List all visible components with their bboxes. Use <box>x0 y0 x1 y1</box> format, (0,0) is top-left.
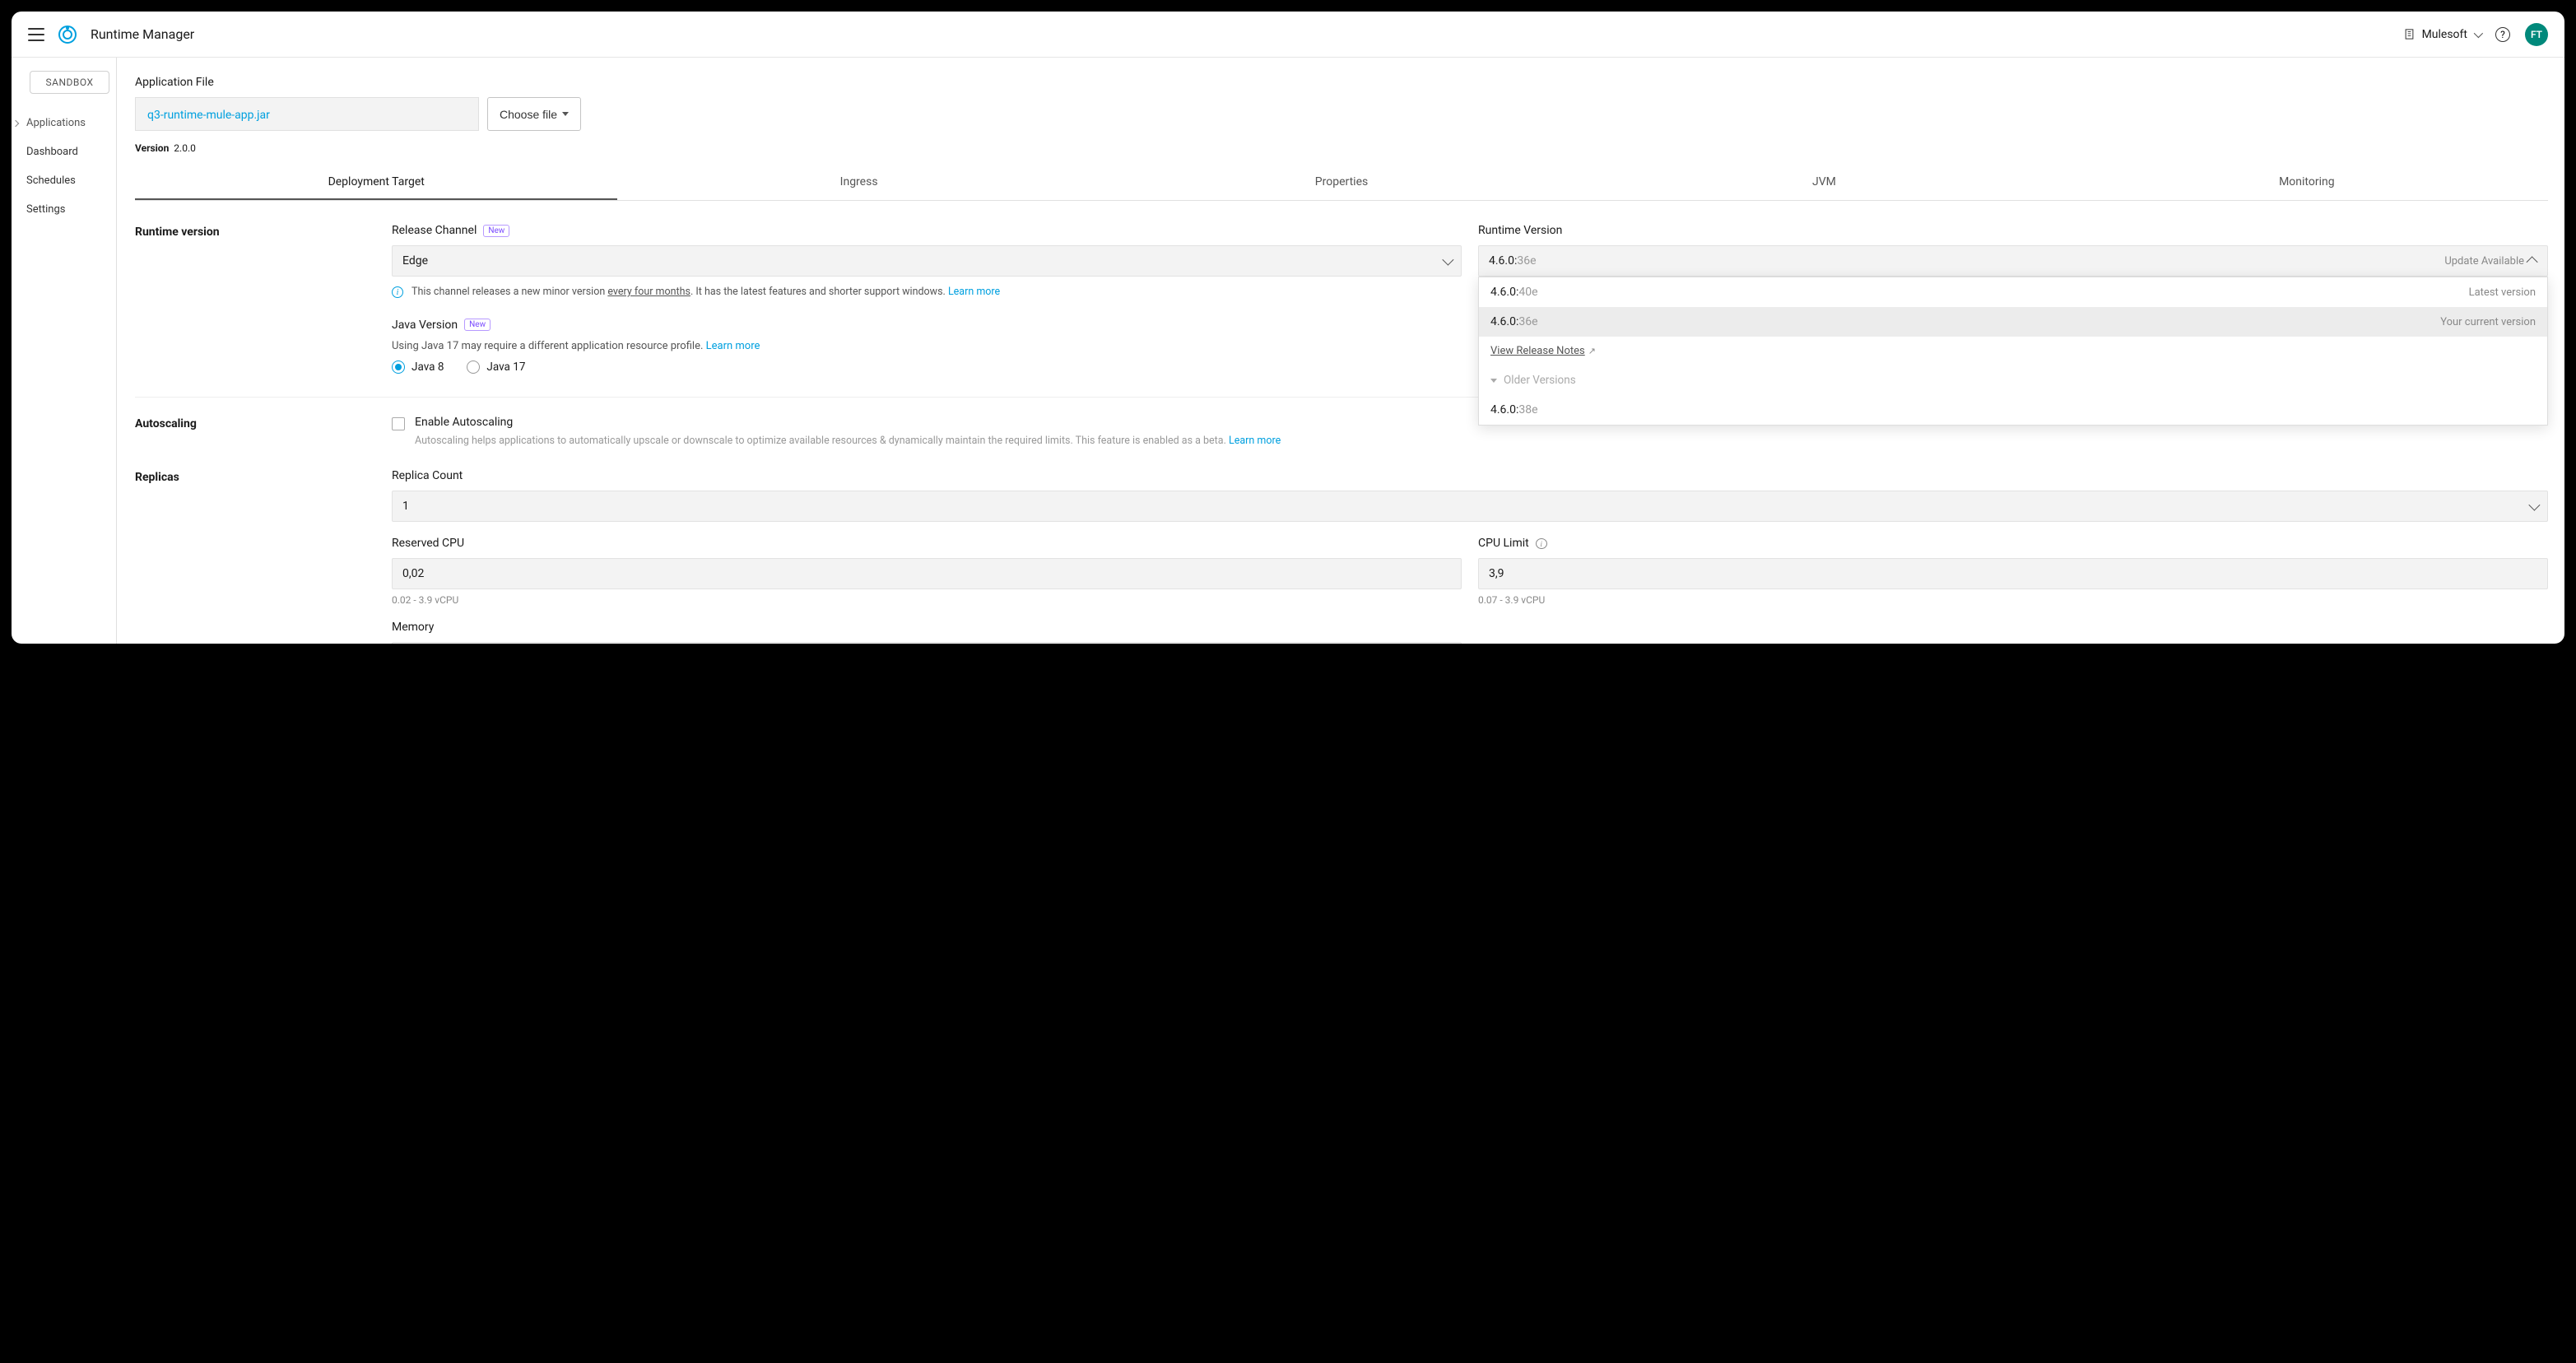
runtime-version-select[interactable]: 4.6.0:36e Update Available <box>1478 245 2548 277</box>
release-channel-value: Edge <box>402 254 428 267</box>
chevron-up-icon <box>2527 256 2538 267</box>
java-17-radio[interactable]: Java 17 <box>467 361 525 374</box>
info-icon[interactable]: i <box>1536 538 1547 549</box>
sidebar-item-dashboard[interactable]: Dashboard <box>12 137 116 166</box>
reserved-cpu-label: Reserved CPU <box>392 537 1462 550</box>
runtime-version-dropdown: 4.6.0:40e Latest version 4.6.0:36e Your … <box>1478 277 2548 426</box>
external-link-icon: ↗ <box>1588 346 1596 356</box>
learn-more-link[interactable]: Learn more <box>948 286 1000 298</box>
runtime-manager-logo-icon <box>58 25 77 44</box>
update-available-label: Update Available <box>2444 255 2524 267</box>
runtime-version-row-label: Runtime version <box>135 224 392 374</box>
sidebar-item-schedules[interactable]: Schedules <box>12 166 116 195</box>
chevron-down-icon <box>1442 254 1453 266</box>
release-channel-label: Release Channel New <box>392 224 1462 237</box>
autoscaling-row-label: Autoscaling <box>135 416 392 449</box>
replica-count-value: 1 <box>402 500 409 513</box>
enable-autoscaling-checkbox[interactable] <box>392 417 405 430</box>
radio-icon <box>467 361 480 374</box>
sidebar-item-settings[interactable]: Settings <box>12 195 116 224</box>
runtime-version-option-current[interactable]: 4.6.0:36e Your current version <box>1479 307 2547 337</box>
tab-monitoring[interactable]: Monitoring <box>2066 167 2548 200</box>
java-8-radio[interactable]: Java 8 <box>392 361 444 374</box>
enable-autoscaling-label: Enable Autoscaling <box>415 416 1281 429</box>
tab-jvm[interactable]: JVM <box>1583 167 2065 200</box>
choose-file-label: Choose file <box>500 108 557 121</box>
choose-file-button[interactable]: Choose file <box>487 97 581 131</box>
release-channel-select[interactable]: Edge <box>392 245 1462 277</box>
topbar-left: Runtime Manager <box>28 25 194 44</box>
cpu-limit-hint: 0.07 - 3.9 vCPU <box>1478 594 2548 606</box>
app-version: Version2.0.0 <box>135 142 2564 154</box>
reserved-cpu-input[interactable]: 0,02 <box>392 558 1462 589</box>
learn-more-link[interactable]: Learn more <box>1229 435 1281 447</box>
caret-down-icon <box>562 112 569 116</box>
replica-count-label: Replica Count <box>392 469 2548 482</box>
info-icon: i <box>392 286 403 298</box>
main-content: Application File q3-runtime-mule-app.jar… <box>117 58 2564 644</box>
runtime-version-option-older[interactable]: 4.6.0:38e <box>1479 395 2547 425</box>
application-file-display: q3-runtime-mule-app.jar <box>135 97 479 131</box>
building-icon <box>2403 28 2416 40</box>
triangle-down-icon <box>1490 379 1497 383</box>
tabs: Deployment Target Ingress Properties JVM… <box>135 167 2548 201</box>
tab-ingress[interactable]: Ingress <box>617 167 1100 200</box>
avatar[interactable]: FT <box>2525 23 2548 46</box>
sidebar-item-applications[interactable]: Applications <box>12 109 116 137</box>
cpu-limit-label: CPU Limit i <box>1478 537 2548 550</box>
app-window: Runtime Manager Mulesoft ? FT SANDBOX Ap… <box>12 12 2564 644</box>
radio-icon <box>392 361 405 374</box>
reserved-cpu-hint: 0.02 - 3.9 vCPU <box>392 594 1462 606</box>
environment-badge[interactable]: SANDBOX <box>30 71 109 94</box>
runtime-version-label: Runtime Version <box>1478 224 2548 237</box>
org-switcher[interactable]: Mulesoft <box>2403 28 2481 41</box>
tab-deployment-target[interactable]: Deployment Target <box>135 167 617 200</box>
help-icon[interactable]: ? <box>2495 27 2510 42</box>
chevron-down-icon <box>2528 499 2540 510</box>
new-badge: New <box>483 225 509 237</box>
tab-properties[interactable]: Properties <box>1100 167 1583 200</box>
older-versions-toggle[interactable]: Older Versions <box>1479 365 2547 395</box>
view-release-notes-link[interactable]: View Release Notes↗ <box>1479 337 2547 365</box>
sidebar: SANDBOX Applications Dashboard Schedules… <box>12 58 117 644</box>
release-channel-info: i This channel releases a new minor vers… <box>392 285 1462 300</box>
chevron-down-icon <box>2474 28 2483 37</box>
replicas-row-label: Replicas <box>135 469 392 644</box>
application-file-label: Application File <box>135 76 2564 89</box>
java-version-note: Using Java 17 may require a different ap… <box>392 340 1462 352</box>
learn-more-link[interactable]: Learn more <box>706 340 760 352</box>
application-file-link[interactable]: q3-runtime-mule-app.jar <box>147 109 270 122</box>
cpu-limit-input[interactable]: 3,9 <box>1478 558 2548 589</box>
org-name: Mulesoft <box>2422 28 2467 41</box>
topbar: Runtime Manager Mulesoft ? FT <box>12 12 2564 58</box>
hamburger-icon[interactable] <box>28 28 44 41</box>
runtime-version-option-latest[interactable]: 4.6.0:40e Latest version <box>1479 277 2547 307</box>
new-badge: New <box>464 319 491 331</box>
app-title: Runtime Manager <box>91 26 194 42</box>
java-version-label: Java Version New <box>392 319 1462 332</box>
topbar-right: Mulesoft ? FT <box>2403 23 2548 46</box>
replica-count-select[interactable]: 1 <box>392 491 2548 522</box>
memory-label: Memory <box>392 621 1462 634</box>
autoscaling-description: Autoscaling helps applications to automa… <box>415 434 1281 449</box>
memory-input[interactable]: 0,7 <box>392 642 1462 644</box>
